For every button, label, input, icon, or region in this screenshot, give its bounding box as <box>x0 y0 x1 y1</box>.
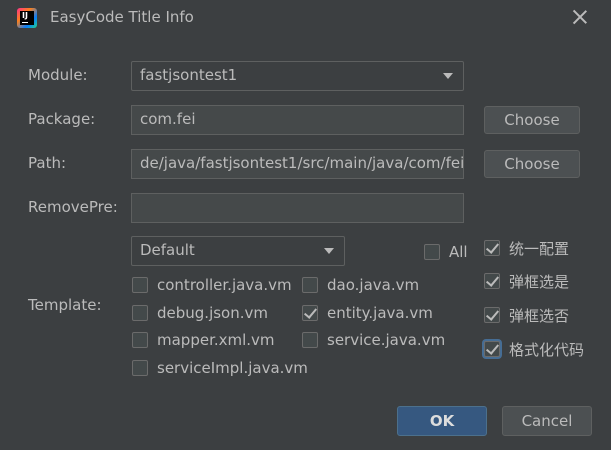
path-choose-button[interactable]: Choose <box>484 150 580 178</box>
option-dialog-no[interactable]: 弹框选否 <box>484 305 569 325</box>
template-item-label: serviceImpl.java.vm <box>157 359 308 377</box>
template-item-dao[interactable]: dao.java.vm <box>302 275 419 295</box>
option-checkbox-box[interactable] <box>484 240 500 256</box>
module-select-value: fastjsontest1 <box>140 66 238 84</box>
template-label: Template: <box>28 296 102 314</box>
template-item-label: service.java.vm <box>327 331 446 349</box>
option-label: 统一配置 <box>509 239 570 258</box>
template-checkbox-box[interactable] <box>302 305 318 321</box>
module-select[interactable]: fastjsontest1 <box>131 61 464 91</box>
window-title: EasyCode Title Info <box>50 8 194 26</box>
all-checkbox[interactable]: All <box>424 242 468 262</box>
title-bar: IJ EasyCode Title Info <box>0 0 611 36</box>
removepre-label: RemovePre: <box>28 198 118 216</box>
path-label: Path: <box>28 154 67 172</box>
template-item-label: debug.json.vm <box>157 304 268 322</box>
removepre-input[interactable] <box>131 193 464 223</box>
option-checkbox-box[interactable] <box>484 273 500 289</box>
template-checkbox-box[interactable] <box>132 305 148 321</box>
ok-button[interactable]: OK <box>397 406 487 436</box>
template-group-select[interactable]: Default <box>131 236 345 266</box>
template-item-service[interactable]: service.java.vm <box>302 330 445 350</box>
option-label: 弹框选是 <box>509 272 570 291</box>
template-group-value: Default <box>140 241 195 259</box>
template-item-label: dao.java.vm <box>327 276 420 294</box>
template-item-label: entity.java.vm <box>327 304 433 322</box>
option-dialog-yes[interactable]: 弹框选是 <box>484 271 569 291</box>
template-item-mapper[interactable]: mapper.xml.vm <box>132 330 275 350</box>
option-format-code[interactable]: 格式化代码 <box>484 339 584 359</box>
template-checkbox-box[interactable] <box>132 332 148 348</box>
option-checkbox-box[interactable] <box>484 341 500 357</box>
chevron-down-icon <box>324 248 334 254</box>
path-input[interactable]: de/java/fastjsontest1/src/main/java/com/… <box>131 149 464 179</box>
template-checkbox-box[interactable] <box>132 360 148 376</box>
all-checkbox-label: All <box>449 243 468 261</box>
close-icon[interactable] <box>571 8 589 26</box>
cancel-button[interactable]: Cancel <box>502 406 592 436</box>
template-checkbox-box[interactable] <box>132 277 148 293</box>
template-item-serviceimpl[interactable]: serviceImpl.java.vm <box>132 358 308 378</box>
option-checkbox-box[interactable] <box>484 307 500 323</box>
chevron-down-icon <box>443 73 453 79</box>
template-item-debug[interactable]: debug.json.vm <box>132 303 268 323</box>
template-checkbox-box[interactable] <box>302 332 318 348</box>
package-label: Package: <box>28 110 96 128</box>
intellij-app-icon: IJ <box>17 8 37 28</box>
template-item-controller[interactable]: controller.java.vm <box>132 275 292 295</box>
template-item-label: controller.java.vm <box>157 276 292 294</box>
template-checkbox-box[interactable] <box>302 277 318 293</box>
template-item-entity[interactable]: entity.java.vm <box>302 303 433 323</box>
template-item-label: mapper.xml.vm <box>157 331 275 349</box>
package-choose-button[interactable]: Choose <box>484 106 580 134</box>
easycode-dialog: IJ EasyCode Title Info Module: fastjsont… <box>0 0 611 450</box>
package-input[interactable]: com.fei <box>131 105 464 135</box>
option-unified-config[interactable]: 统一配置 <box>484 238 569 258</box>
option-label: 格式化代码 <box>509 340 585 359</box>
all-checkbox-box[interactable] <box>424 244 440 260</box>
option-label: 弹框选否 <box>509 306 570 325</box>
module-label: Module: <box>28 66 88 84</box>
